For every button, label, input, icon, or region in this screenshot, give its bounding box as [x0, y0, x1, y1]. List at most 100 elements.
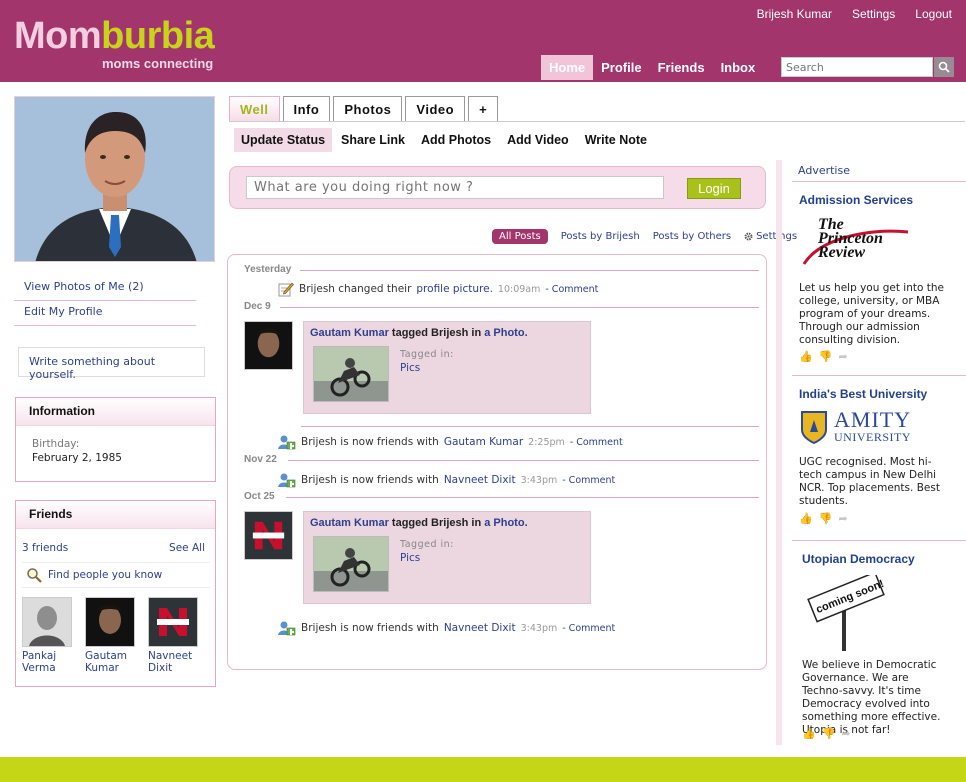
thumbs-down-icon[interactable]: 👎 — [819, 350, 833, 363]
birthday-label: Birthday: — [32, 438, 80, 450]
friend-item[interactable]: Navneet Dixit — [148, 597, 200, 674]
pencil-note-icon — [278, 282, 294, 297]
gear-icon — [744, 232, 753, 241]
update-status-button[interactable]: Update Status — [234, 128, 333, 152]
tab-photos[interactable]: Photos — [333, 96, 403, 122]
friend-item[interactable]: Pankaj Verma — [22, 597, 74, 674]
tagger-name-link[interactable]: Gautam Kumar — [310, 327, 389, 339]
profile-portrait — [15, 97, 214, 261]
feed-divider — [280, 307, 759, 308]
profile-tabs: Well Info Photos Video + — [229, 96, 499, 122]
photo-link[interactable]: a Photo — [484, 327, 524, 339]
profile-photo[interactable] — [14, 96, 215, 262]
login-button[interactable]: Login — [687, 178, 741, 199]
nav-inbox[interactable]: Inbox — [713, 55, 764, 80]
tag-story-box: Gautam Kumar tagged Brijesh in a Photo. … — [303, 511, 591, 604]
ads-sidebar: Advertise Admission Services The Princeto… — [776, 160, 966, 745]
ad-block: Admission Services The Princeton Review Le… — [792, 181, 966, 375]
filter-all-posts[interactable]: All Posts — [492, 229, 548, 244]
search-button[interactable] — [934, 57, 954, 77]
site-logo[interactable]: Momburbia — [14, 14, 215, 58]
ad-body: We believe in Democratic Governance. We … — [802, 659, 941, 736]
nav-home[interactable]: Home — [541, 55, 594, 80]
settings-link[interactable]: Settings — [852, 7, 895, 21]
feed-story: Brijesh is now friends with Gautam Kumar… — [278, 434, 623, 450]
filter-my-posts[interactable]: Posts by Brijesh — [561, 231, 640, 242]
main-nav: Home Profile Friends Inbox — [541, 55, 763, 80]
tagged-album-link[interactable]: Pics — [400, 362, 420, 374]
comment-link[interactable]: - Comment — [562, 623, 615, 634]
publisher-actions: Update Status Share Link Add Photos Add … — [234, 128, 654, 152]
friend-name-first: Pankaj — [22, 650, 57, 662]
story-time: 3:43pm — [520, 622, 558, 634]
story-time: 10:09am — [497, 283, 541, 295]
ad-title-link[interactable]: Admission Services — [799, 193, 913, 207]
view-photos-link[interactable]: View Photos of Me (2) — [14, 276, 196, 301]
friend-name-last: Kumar — [85, 662, 119, 674]
advertise-link[interactable]: Advertise — [798, 164, 850, 177]
see-all-link[interactable]: See All — [169, 542, 205, 554]
add-video-button[interactable]: Add Video — [500, 128, 576, 152]
comment-link[interactable]: - Comment — [562, 475, 615, 486]
filter-others-posts[interactable]: Posts by Others — [653, 231, 731, 242]
tagger-name-link[interactable]: Gautam Kumar — [310, 517, 389, 529]
thumbs-down-icon[interactable]: 👎 — [819, 512, 833, 525]
ad-title-link[interactable]: Utopian Democracy — [802, 552, 915, 566]
feed-date-header: Nov 22 — [244, 454, 277, 465]
profile-picture-link[interactable]: profile picture. — [416, 283, 493, 295]
poster-avatar[interactable] — [244, 511, 293, 560]
add-tab-button[interactable]: + — [468, 96, 499, 122]
friend-name-last: Verma — [22, 662, 56, 674]
friend-item[interactable]: Gautam Kumar — [85, 597, 137, 674]
logout-link[interactable]: Logout — [915, 7, 952, 21]
friend-name-link[interactable]: Gautam Kumar — [444, 436, 523, 448]
share-link-button[interactable]: Share Link — [334, 128, 412, 152]
about-me-prompt[interactable]: Write something about yourself. — [18, 347, 205, 381]
friend-name-first: Navneet — [148, 650, 193, 662]
ad-title-link[interactable]: India's Best University — [799, 387, 927, 401]
story-time: 3:43pm — [520, 474, 558, 486]
princeton-review-logo[interactable]: The Princeton Review — [800, 217, 910, 272]
friend-name-last: Dixit — [148, 662, 173, 674]
feed-story: Brijesh changed their profile picture. 1… — [278, 281, 598, 297]
ad-rating: 👍 👎 ➦ — [799, 512, 848, 525]
share-arrow-icon[interactable]: ➦ — [838, 512, 847, 525]
site-footer — [0, 757, 966, 782]
coming-soon-sign[interactable]: coming soon! — [806, 575, 886, 651]
add-photos-button[interactable]: Add Photos — [414, 128, 498, 152]
add-friend-icon — [278, 435, 296, 450]
thumbs-up-icon[interactable]: 👍 — [802, 727, 816, 740]
share-arrow-icon[interactable]: ➦ — [841, 727, 850, 740]
feed-divider — [288, 460, 759, 461]
friend-name-link[interactable]: Navneet Dixit — [444, 474, 516, 486]
poster-avatar[interactable] — [244, 321, 293, 370]
photo-link[interactable]: a Photo — [484, 517, 524, 529]
tab-wall[interactable]: Well — [229, 96, 280, 122]
write-note-button[interactable]: Write Note — [578, 128, 654, 152]
photo-thumbnail[interactable] — [313, 346, 389, 402]
friend-name-link[interactable]: Navneet Dixit — [444, 622, 516, 634]
search-input[interactable] — [781, 57, 933, 77]
edit-profile-link[interactable]: Edit My Profile — [14, 301, 196, 326]
nav-friends[interactable]: Friends — [650, 55, 713, 80]
tab-info[interactable]: Info — [282, 96, 331, 122]
tagged-album-link[interactable]: Pics — [400, 552, 420, 564]
thumbs-up-icon[interactable]: 👍 — [799, 350, 813, 363]
find-people-link[interactable]: Find people you know — [22, 562, 210, 588]
birthday-value: February 2, 1985 — [32, 452, 122, 464]
thumbs-down-icon[interactable]: 👎 — [822, 727, 836, 740]
feed-date-header: Dec 9 — [244, 301, 271, 312]
status-publisher: Login — [229, 166, 766, 209]
feed-divider — [286, 497, 759, 498]
photo-thumbnail[interactable] — [313, 536, 389, 592]
amity-logo[interactable]: AMITY UNIVERSITY — [800, 409, 920, 446]
friends-count-link[interactable]: 3 friends — [22, 542, 68, 554]
share-arrow-icon[interactable]: ➦ — [838, 350, 847, 363]
comment-link[interactable]: - Comment — [545, 284, 598, 295]
user-name-link[interactable]: Brijesh Kumar — [757, 7, 832, 21]
comment-link[interactable]: - Comment — [570, 437, 623, 448]
thumbs-up-icon[interactable]: 👍 — [799, 512, 813, 525]
nav-profile[interactable]: Profile — [593, 55, 649, 80]
status-input[interactable] — [246, 176, 664, 199]
tab-video[interactable]: Video — [405, 96, 466, 122]
